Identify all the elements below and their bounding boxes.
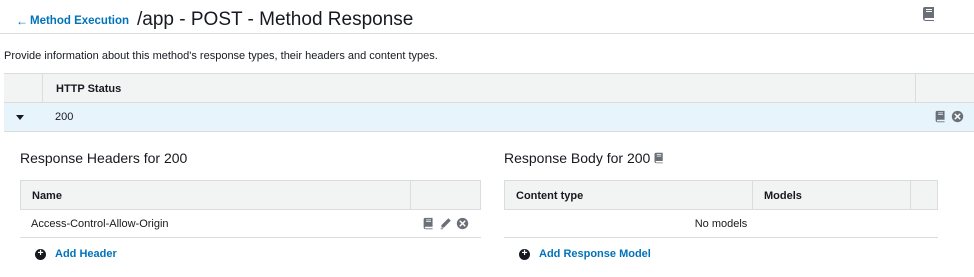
- status-table-header: HTTP Status: [4, 73, 974, 103]
- book-icon[interactable]: [422, 217, 435, 230]
- page-description: Provide information about this method's …: [4, 50, 438, 62]
- book-icon[interactable]: [934, 110, 947, 123]
- column-divider: [915, 74, 916, 102]
- name-column-header: Name: [32, 190, 62, 202]
- http-status-table: HTTP Status 200: [4, 73, 974, 132]
- plus-circle-icon: +: [519, 248, 530, 260]
- add-response-model-button[interactable]: + Add Response Model: [519, 248, 651, 260]
- status-code: 200: [55, 111, 74, 123]
- status-row-200[interactable]: 200: [4, 103, 974, 131]
- content-type-column-header: Content type: [516, 190, 584, 202]
- header-name: Access-Control-Allow-Origin: [31, 218, 169, 230]
- add-header-label: Add Header: [55, 248, 117, 260]
- response-body-table-header: Content type Models: [504, 181, 938, 210]
- remove-icon[interactable]: [456, 217, 469, 230]
- back-to-method-execution-link[interactable]: ← Method Execution: [16, 15, 129, 27]
- back-link-label: Method Execution: [30, 15, 130, 27]
- http-status-column-header: HTTP Status: [56, 83, 122, 95]
- response-headers-table-header: Name: [20, 181, 481, 210]
- add-header-button[interactable]: + Add Header: [35, 248, 117, 260]
- response-headers-table: Name Access-Control-Allow-Origin: [20, 180, 481, 238]
- arrow-left-icon: ←: [16, 14, 28, 28]
- response-headers-title-text: Response Headers for 200: [20, 150, 188, 166]
- add-response-model-label: Add Response Model: [539, 248, 651, 260]
- remove-icon[interactable]: [951, 110, 964, 123]
- column-divider: [42, 74, 43, 102]
- page-title: /app - POST - Method Response: [137, 9, 414, 30]
- response-headers-title: Response Headers for 200: [20, 150, 187, 166]
- response-body-title: Response Body for 200: [504, 150, 665, 166]
- column-divider: [752, 181, 753, 209]
- column-divider: [410, 181, 411, 209]
- empty-row: No models: [504, 210, 938, 238]
- response-body-title-text: Response Body for 200: [504, 150, 651, 166]
- header-divider: [0, 33, 974, 34]
- pencil-icon[interactable]: [439, 217, 452, 230]
- models-column-header: Models: [764, 190, 802, 202]
- no-models-text: No models: [694, 218, 748, 230]
- caret-down-icon[interactable]: [16, 115, 24, 120]
- book-icon[interactable]: [653, 152, 665, 164]
- response-body-table: Content type Models No models: [504, 180, 938, 238]
- column-divider: [910, 181, 911, 209]
- book-icon[interactable]: [921, 6, 937, 22]
- table-row: Access-Control-Allow-Origin: [20, 210, 481, 238]
- plus-circle-icon: +: [35, 248, 46, 260]
